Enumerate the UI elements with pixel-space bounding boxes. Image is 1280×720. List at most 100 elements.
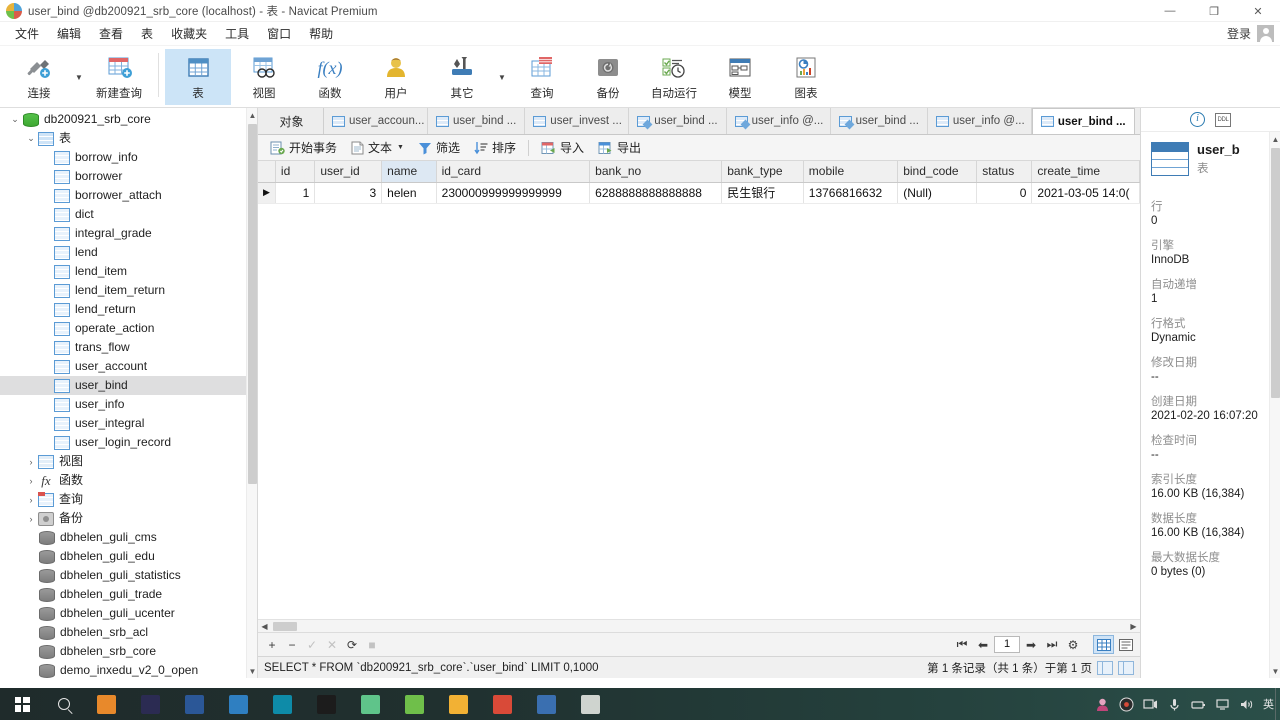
cancel-changes-button[interactable]: ✕ (322, 635, 342, 655)
editor-tab-2[interactable]: user_invest ... (525, 108, 630, 134)
chevron-right-icon[interactable]: › (24, 476, 38, 486)
taskbar-app-idea[interactable] (128, 688, 172, 720)
close-button[interactable]: ✕ (1236, 0, 1280, 22)
grid-column-header[interactable]: user_id (314, 161, 383, 183)
editor-tab-1[interactable]: user_bind ... (428, 108, 526, 134)
grid-view-button[interactable] (1093, 635, 1114, 654)
grid-cell-id_card[interactable]: 230000999999999999 (436, 182, 591, 204)
tree-item-integral_grade[interactable]: integral_grade (0, 224, 257, 243)
grid-cell-status[interactable]: 0 (976, 182, 1033, 204)
editor-tab-7[interactable]: user_bind ... (1031, 108, 1135, 134)
grid-cell-id[interactable]: 1 (275, 182, 316, 204)
tree-item-lend_item[interactable]: lend_item (0, 262, 257, 281)
ddl-icon[interactable]: DDL (1215, 112, 1231, 127)
grid-column-header[interactable]: id (275, 161, 316, 183)
sidebar-scroll-up-icon[interactable]: ▲ (247, 108, 257, 122)
tray-screen-icon[interactable] (1143, 697, 1158, 712)
sort-button[interactable]: 排序 (468, 137, 522, 159)
chevron-down-icon[interactable]: ⌄ (8, 114, 22, 125)
toolbar-function[interactable]: f(x) 函数 (297, 49, 363, 105)
info-scroll-up-icon[interactable]: ▲ (1270, 132, 1280, 146)
page-number-input[interactable]: 1 (994, 636, 1020, 653)
filter-button[interactable]: 筛选 (412, 137, 466, 159)
chevron-right-icon[interactable]: › (24, 514, 38, 524)
menu-table[interactable]: 表 (132, 23, 162, 45)
table-row[interactable]: ▶ 1 3 helen 230000999999999999 62888888888888… (258, 182, 1140, 204)
grid-column-header[interactable]: status (976, 161, 1033, 183)
tree-item-dict[interactable]: dict (0, 205, 257, 224)
taskbar-app-cmd[interactable] (304, 688, 348, 720)
grid-settings-button[interactable]: ⚙ (1063, 635, 1083, 655)
grid-cell-bind_code[interactable]: (Null) (897, 182, 978, 204)
refresh-button[interactable]: ⟳ (342, 635, 362, 655)
chevron-down-icon[interactable]: ⌄ (24, 133, 38, 144)
first-page-button[interactable]: ⏮ (952, 635, 972, 655)
chevron-right-icon[interactable]: › (24, 495, 38, 505)
grid-column-header[interactable]: bank_type (721, 161, 804, 183)
export-button[interactable]: 导出 (592, 137, 647, 159)
tree-item-[interactable]: ⌄ 表 (0, 129, 257, 148)
taskbar-app-wps[interactable] (524, 688, 568, 720)
taskbar-app-explorer[interactable] (436, 688, 480, 720)
sidebar-scroll-down-icon[interactable]: ▼ (247, 664, 257, 678)
tree-item-db200921_srb_core[interactable]: ⌄ db200921_srb_core (0, 110, 257, 129)
toolbar-connection[interactable]: 连接 (6, 49, 72, 105)
tray-volume-icon[interactable] (1239, 697, 1254, 712)
start-button[interactable] (0, 688, 44, 720)
tree-item-dbhelen_srb_core[interactable]: dbhelen_srb_core (0, 642, 257, 661)
menu-file[interactable]: 文件 (6, 23, 48, 45)
tree-item-dbhelen_guli_cms[interactable]: dbhelen_guli_cms (0, 528, 257, 547)
toolbar-chart[interactable]: 图表 (773, 49, 839, 105)
info-scroll-down-icon[interactable]: ▼ (1270, 664, 1280, 678)
minimize-button[interactable]: — (1148, 0, 1192, 22)
taskbar-app-word[interactable] (172, 688, 216, 720)
grid-column-header[interactable]: mobile (803, 161, 899, 183)
editor-tab-0[interactable]: user_accoun... (324, 108, 428, 134)
tray-record-icon[interactable] (1119, 697, 1134, 712)
add-record-button[interactable]: + (262, 635, 282, 655)
taskbar-search-button[interactable] (44, 688, 84, 720)
maximize-button[interactable]: ❐ (1192, 0, 1236, 22)
tree-item-borrower[interactable]: borrower (0, 167, 257, 186)
toolbar-user[interactable]: 用户 (363, 49, 429, 105)
others-dropdown-caret-icon[interactable]: ▼ (495, 49, 509, 105)
toolbar-table[interactable]: 表 (165, 49, 231, 105)
editor-tab-4[interactable]: user_info @... (726, 108, 831, 134)
taskbar-app-bubbles[interactable] (348, 688, 392, 720)
menu-tools[interactable]: 工具 (216, 23, 258, 45)
grid-cell-name[interactable]: helen (381, 182, 437, 204)
menu-view[interactable]: 查看 (90, 23, 132, 45)
grid-cell-create_time[interactable]: 2021-03-05 14:0( (1031, 182, 1140, 204)
toggle-left-pane-button[interactable] (1097, 660, 1113, 675)
tree-item-user_login_record[interactable]: user_login_record (0, 433, 257, 452)
tree-item-[interactable]: › fx 函数 (0, 471, 257, 490)
toolbar-view[interactable]: 视图 (231, 49, 297, 105)
grid-horizontal-scrollbar[interactable]: ◀ ▶ (258, 619, 1140, 632)
tree-item-dbhelen_guli_edu[interactable]: dbhelen_guli_edu (0, 547, 257, 566)
tree-item-[interactable]: › 视图 (0, 452, 257, 471)
show-desktop-button[interactable] (1275, 688, 1280, 720)
apply-changes-button[interactable]: ✓ (302, 635, 322, 655)
taskbar-app-gitkraken[interactable] (260, 688, 304, 720)
last-page-button[interactable]: ⏭ (1042, 635, 1062, 655)
editor-tab-3[interactable]: user_bind ... (629, 108, 727, 134)
tree-item-operate_action[interactable]: operate_action (0, 319, 257, 338)
toolbar-backup[interactable]: 备份 (575, 49, 641, 105)
taskbar-app-orange-square[interactable] (84, 688, 128, 720)
grid-cell-bank_type[interactable]: 民生银行 (721, 182, 804, 204)
grid-column-header[interactable]: bank_no (589, 161, 723, 183)
text-button[interactable]: 文本 ▼ (345, 137, 410, 159)
tree-item-lend[interactable]: lend (0, 243, 257, 262)
tree-item-lend_return[interactable]: lend_return (0, 300, 257, 319)
tree-item-dbhelen_guli_statistics[interactable]: dbhelen_guli_statistics (0, 566, 257, 585)
toggle-right-pane-button[interactable] (1118, 660, 1134, 675)
sidebar-scrollbar[interactable]: ▲ ▼ (246, 108, 257, 678)
tree-item-user_account[interactable]: user_account (0, 357, 257, 376)
grid-column-header[interactable]: id_card (436, 161, 591, 183)
form-view-button[interactable] (1115, 635, 1136, 654)
toolbar-model[interactable]: 模型 (707, 49, 773, 105)
toolbar-others[interactable]: 其它 (429, 49, 495, 105)
text-dropdown-caret-icon[interactable]: ▼ (397, 144, 404, 151)
tray-user-icon[interactable] (1095, 697, 1110, 712)
avatar[interactable] (1257, 25, 1274, 42)
